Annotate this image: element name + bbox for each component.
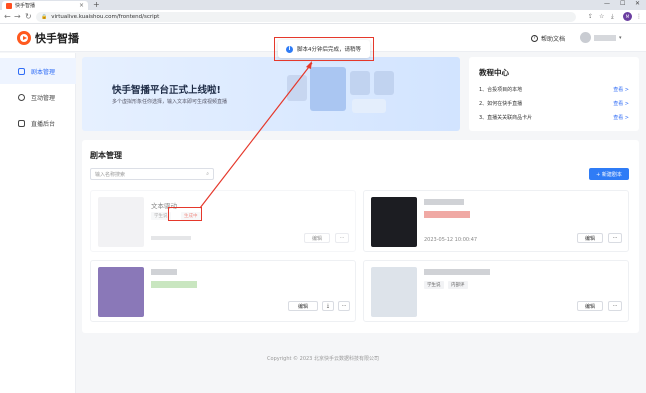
edit-button[interactable]: 编辑 <box>577 233 603 243</box>
avatar-thumbnail <box>371 267 417 317</box>
sidebar-item-interaction[interactable]: 互动管理 <box>0 84 76 110</box>
menu-icon[interactable]: ⋮ <box>636 13 642 20</box>
lock-icon: 🔒 <box>41 14 48 20</box>
redacted-tags <box>151 281 197 288</box>
panel-title: 剧本管理 <box>90 151 122 160</box>
more-button[interactable]: ··· <box>608 301 622 311</box>
script-management-panel: 剧本管理 输入名称搜索 ⌕ + 新建剧本 文本驱动 学生说 生成中 编辑 ···… <box>82 140 639 333</box>
sidebar-item-label: 直播后台 <box>31 120 56 128</box>
more-button[interactable]: ··· <box>338 301 350 311</box>
view-link[interactable]: 查看 > <box>613 114 629 121</box>
tag: 内部评 <box>448 281 468 289</box>
promo-banner[interactable]: 快手智播平台正式上线啦! 多个虚拟形象任你选择，输入文本即可生成视频直播 <box>82 57 460 131</box>
search-input[interactable]: 输入名称搜索 ⌕ <box>90 168 214 180</box>
tutorial-item[interactable]: 3、直播关关联商品卡片 查看 > <box>479 114 629 121</box>
banner-headline: 快手智播平台正式上线啦! <box>112 85 221 96</box>
reload-icon[interactable]: ↻ <box>25 12 32 21</box>
view-link[interactable]: 查看 > <box>613 86 629 93</box>
script-card[interactable]: 编辑 ⤓ ··· <box>90 260 356 322</box>
username-redacted <box>594 34 616 41</box>
address-bar: ← → ↻ 🔒 virtualive.kuaishou.com/frontend… <box>0 10 646 24</box>
timestamp: 2023-05-12 10:00:47 <box>424 237 478 243</box>
new-tab-icon[interactable]: + <box>93 0 100 9</box>
tutorial-item[interactable]: 2、如何在快手直播 查看 > <box>479 100 629 107</box>
url-field[interactable]: 🔒 virtualive.kuaishou.com/frontend/scrip… <box>36 12 576 22</box>
avatar-thumbnail <box>98 267 144 317</box>
redacted-title <box>424 199 464 205</box>
edit-button[interactable]: 编辑 <box>288 301 318 311</box>
more-button[interactable]: ··· <box>608 233 622 243</box>
browser-tab[interactable]: 快手智播 × <box>2 1 88 10</box>
avatar-thumbnail <box>310 67 346 111</box>
url-text: virtualive.kuaishou.com/frontend/script <box>51 14 160 20</box>
tab-title: 快手智播 <box>15 3 36 9</box>
bookmark-icon[interactable]: ☆ <box>599 13 604 20</box>
user-menu[interactable]: ▾ <box>580 32 622 43</box>
tag: 学生说 <box>424 281 444 289</box>
forward-icon[interactable]: → <box>14 12 21 21</box>
avatar-thumbnail <box>374 71 394 95</box>
sidebar-item-label: 互动管理 <box>31 94 56 102</box>
live-icon <box>18 119 25 127</box>
brand-name: 快手智播 <box>35 32 79 45</box>
redacted-title <box>151 269 177 275</box>
edit-button[interactable]: 编辑 <box>304 233 330 243</box>
more-button[interactable]: ··· <box>335 233 349 243</box>
avatar-thumbnail <box>287 75 307 101</box>
ai-badge <box>352 99 386 113</box>
minimize-icon[interactable]: — <box>604 0 610 7</box>
back-icon[interactable]: ← <box>4 12 11 21</box>
redacted-title <box>424 269 490 275</box>
annotation-box <box>274 37 374 61</box>
avatar-thumbnail <box>350 71 370 95</box>
tutorial-title: 教程中心 <box>479 68 509 77</box>
view-link[interactable]: 查看 > <box>613 100 629 107</box>
sidebar: 剧本管理 互动管理 直播后台 <box>0 53 76 393</box>
avatar-thumbnail <box>98 197 144 247</box>
help-doc-label: 帮助文档 <box>541 36 566 43</box>
question-icon: ? <box>531 35 538 42</box>
download-icon[interactable]: ⤓ <box>611 13 614 21</box>
script-card[interactable]: 2023-05-12 10:00:47 编辑 ··· <box>363 190 629 252</box>
close-window-icon[interactable]: ✕ <box>635 0 640 7</box>
chevron-down-icon: ▾ <box>619 34 622 41</box>
avatar <box>580 32 591 43</box>
script-card[interactable]: 学生说 内部评 编辑 ··· <box>363 260 629 322</box>
redacted-tags <box>424 211 470 218</box>
interaction-icon <box>18 93 25 101</box>
sidebar-item-label: 剧本管理 <box>31 68 56 76</box>
footer-copyright: Copyright © 2023 北京快手云数据科技有限公司 <box>267 356 379 362</box>
tutorial-item[interactable]: 1、合投项目的本地 查看 > <box>479 86 629 93</box>
share-icon[interactable]: ⇪ <box>588 13 593 20</box>
redacted-meta <box>151 236 191 240</box>
search-icon: ⌕ <box>206 171 209 177</box>
logo-icon <box>17 31 31 45</box>
new-script-button[interactable]: + 新建剧本 <box>589 168 629 180</box>
sidebar-item-live-backend[interactable]: 直播后台 <box>0 110 76 136</box>
profile-avatar[interactable]: M <box>623 12 632 21</box>
brand-logo[interactable]: 快手智播 <box>17 30 79 46</box>
avatar-thumbnail <box>371 197 417 247</box>
download-button[interactable]: ⤓ <box>322 301 334 311</box>
banner-subtext: 多个虚拟形象任你选择，输入文本即可生成视频直播 <box>112 99 228 105</box>
annotation-box <box>168 207 202 221</box>
script-icon <box>18 67 25 75</box>
maximize-icon[interactable]: ☐ <box>620 0 625 7</box>
edit-button[interactable]: 编辑 <box>577 301 603 311</box>
close-tab-icon[interactable]: × <box>79 2 84 9</box>
search-placeholder: 输入名称搜索 <box>95 171 126 178</box>
script-card[interactable]: 文本驱动 学生说 生成中 编辑 ··· <box>90 190 356 252</box>
favicon-icon <box>6 2 12 9</box>
browser-tab-bar: 快手智播 × + — ☐ ✕ <box>0 0 646 10</box>
help-doc-link[interactable]: ? 帮助文档 <box>531 34 565 43</box>
tutorial-center: 教程中心 1、合投项目的本地 查看 > 2、如何在快手直播 查看 > 3、直播关… <box>469 57 639 131</box>
sidebar-item-script-management[interactable]: 剧本管理 <box>0 58 76 84</box>
